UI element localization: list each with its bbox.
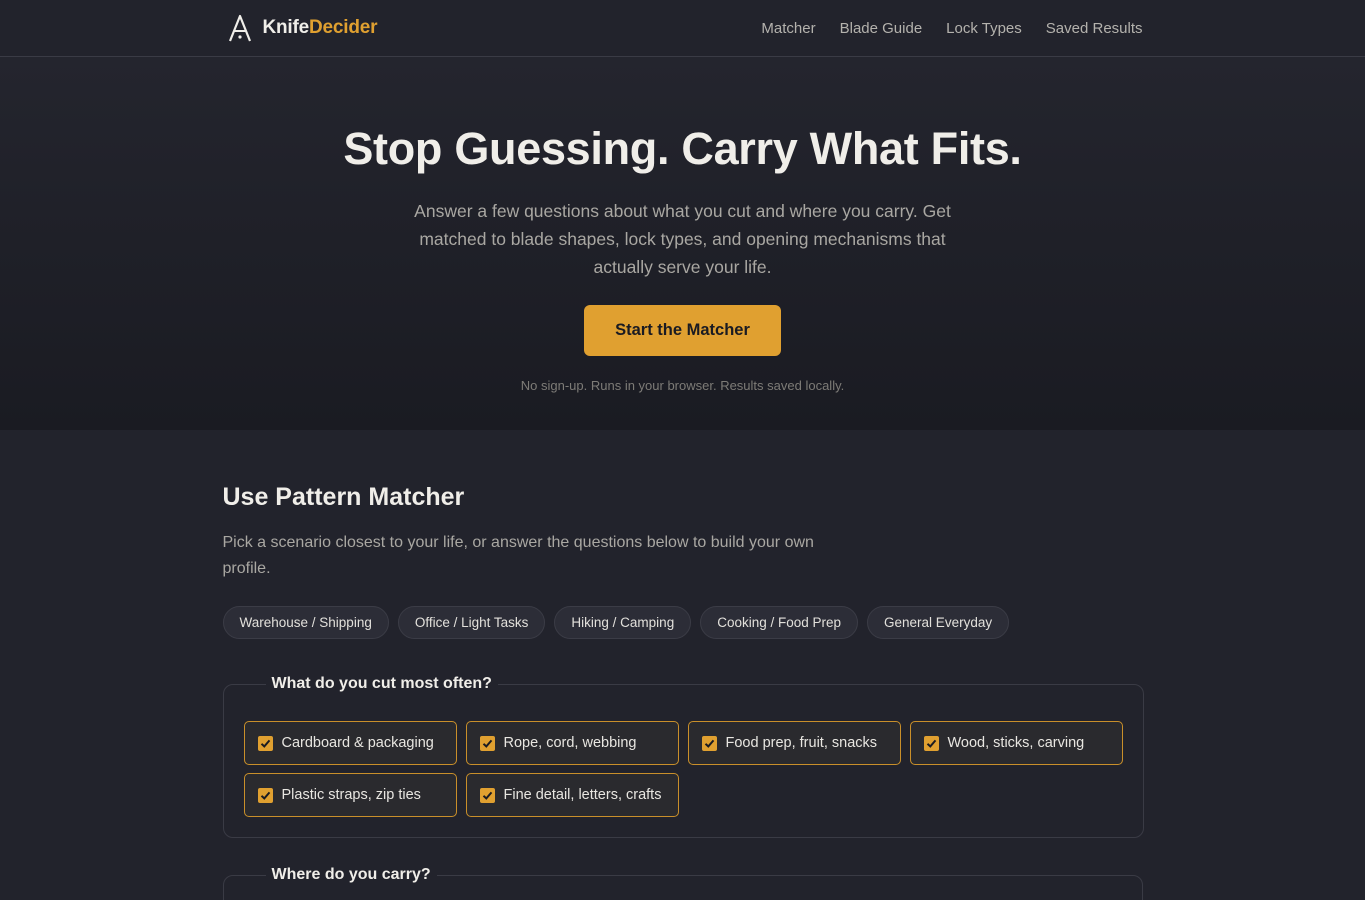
option-label: Plastic straps, zip ties <box>281 787 421 803</box>
nav-matcher[interactable]: Matcher <box>761 20 815 37</box>
checkbox-checked-icon[interactable] <box>923 735 939 751</box>
scenario-office[interactable]: Office / Light Tasks <box>397 606 546 639</box>
top-bar: KnifeDecider Matcher Blade Guide Lock Ty… <box>0 0 1365 57</box>
hero-title: Stop Guessing. Carry What Fits. <box>343 123 1022 174</box>
cut-options: Cardboard & packaging Rope, cord, webbin… <box>243 721 1123 817</box>
option-food[interactable]: Food prep, fruit, snacks <box>687 721 901 765</box>
checkbox-checked-icon[interactable] <box>257 735 273 751</box>
nav-lock-types[interactable]: Lock Types <box>946 20 1022 37</box>
option-fine-detail[interactable]: Fine detail, letters, crafts <box>465 773 679 817</box>
option-label: Rope, cord, webbing <box>503 735 637 751</box>
brand-logo[interactable]: KnifeDecider <box>227 13 378 43</box>
nav-saved-results[interactable]: Saved Results <box>1046 20 1143 37</box>
matcher-title: Use Pattern Matcher <box>222 483 465 511</box>
option-label: Wood, sticks, carving <box>947 735 1085 751</box>
brand-name-part2: Decider <box>309 17 378 38</box>
checkbox-checked-icon[interactable] <box>479 735 495 751</box>
brand-name-part1: Knife <box>262 17 310 38</box>
carry-question-legend: Where do you carry? <box>271 866 431 883</box>
matcher-subtitle: Pick a scenario closest to your life, or… <box>222 534 814 577</box>
hero-lead: Answer a few questions about what you cu… <box>414 201 951 277</box>
option-rope[interactable]: Rope, cord, webbing <box>465 721 679 765</box>
matcher-section: Use Pattern Matcher Pick a scenario clos… <box>222 430 1144 900</box>
option-wood[interactable]: Wood, sticks, carving <box>909 721 1123 765</box>
option-plastic[interactable]: Plastic straps, zip ties <box>243 773 457 817</box>
brand-name: KnifeDecider <box>263 17 378 39</box>
checkbox-checked-icon[interactable] <box>257 787 273 803</box>
a-frame-logo-icon <box>227 13 253 43</box>
hero-section: Stop Guessing. Carry What Fits. Answer a… <box>0 57 1365 430</box>
scenario-hiking[interactable]: Hiking / Camping <box>554 606 692 639</box>
scenario-warehouse[interactable]: Warehouse / Shipping <box>222 606 389 639</box>
scenario-pills: Warehouse / Shipping Office / Light Task… <box>222 606 1143 639</box>
cut-question-legend: What do you cut most often? <box>271 675 492 692</box>
checkbox-checked-icon[interactable] <box>479 787 495 803</box>
carry-question-group: Where do you carry? <box>222 866 1143 900</box>
checkbox-checked-icon[interactable] <box>701 735 717 751</box>
nav-blade-guide[interactable]: Blade Guide <box>840 20 923 37</box>
start-matcher-button[interactable]: Start the Matcher <box>584 305 781 356</box>
option-label: Fine detail, letters, crafts <box>503 787 662 803</box>
hero-note: No sign-up. Runs in your browser. Result… <box>520 378 845 393</box>
scenario-cooking[interactable]: Cooking / Food Prep <box>700 606 859 639</box>
main-nav: Matcher Blade Guide Lock Types Saved Res… <box>761 20 1142 37</box>
scenario-general[interactable]: General Everyday <box>867 606 1010 639</box>
cut-question-group: What do you cut most often? Cardboard & … <box>222 675 1144 838</box>
option-label: Cardboard & packaging <box>281 735 434 751</box>
option-label: Food prep, fruit, snacks <box>725 735 878 751</box>
option-cardboard[interactable]: Cardboard & packaging <box>243 721 457 765</box>
